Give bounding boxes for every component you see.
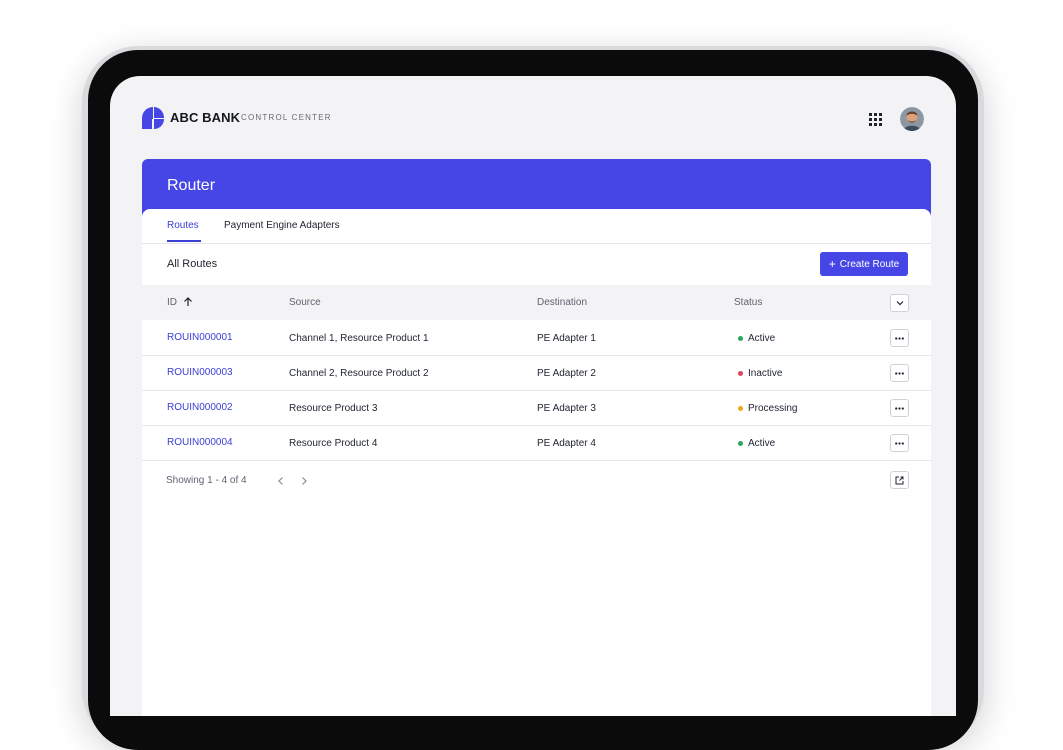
abc-bank-logo-icon	[142, 107, 164, 129]
status-dot-processing	[738, 406, 743, 411]
active-tab-indicator	[167, 240, 201, 242]
column-header-source[interactable]: Source	[289, 297, 321, 308]
route-status: Inactive	[748, 368, 783, 379]
table-header: ID Source Destination Status	[142, 285, 931, 320]
route-destination: PE Adapter 2	[537, 368, 596, 379]
chevron-down-icon	[896, 301, 903, 306]
table-row[interactable]: ROUIN000002 Resource Product 3 PE Adapte…	[142, 390, 931, 426]
row-actions-button[interactable]	[890, 434, 909, 452]
chevron-left-icon[interactable]	[276, 476, 286, 486]
tab-payment-engine-adapters[interactable]: Payment Engine Adapters	[224, 220, 340, 231]
column-header-id[interactable]: ID	[167, 297, 177, 308]
route-id-link[interactable]: ROUIN000001	[167, 332, 233, 343]
route-id-link[interactable]: ROUIN000002	[167, 402, 233, 413]
column-header-destination[interactable]: Destination	[537, 297, 587, 308]
route-source: Resource Product 4	[289, 438, 378, 449]
status-dot-active	[738, 336, 743, 341]
table-row[interactable]: ROUIN000004 Resource Product 4 PE Adapte…	[142, 425, 931, 461]
arrow-up-icon[interactable]	[183, 297, 193, 307]
route-source: Channel 2, Resource Product 2	[289, 368, 429, 379]
more-horizontal-icon	[895, 371, 904, 375]
column-header-status[interactable]: Status	[734, 297, 762, 308]
tab-routes[interactable]: Routes	[167, 220, 199, 231]
row-actions-button[interactable]	[890, 329, 909, 347]
page-title: Router	[167, 177, 216, 194]
export-button[interactable]	[890, 471, 909, 489]
row-actions-button[interactable]	[890, 399, 909, 417]
route-id-link[interactable]: ROUIN000003	[167, 367, 233, 378]
apps-grid-icon[interactable]	[869, 113, 882, 126]
row-actions-button[interactable]	[890, 364, 909, 382]
user-avatar[interactable]	[900, 107, 924, 131]
more-horizontal-icon	[895, 336, 904, 340]
create-route-label: Create Route	[839, 258, 900, 270]
tab-bar: Routes Payment Engine Adapters	[142, 209, 931, 244]
route-source: Channel 1, Resource Product 1	[289, 333, 429, 344]
more-horizontal-icon	[895, 406, 904, 410]
route-status: Active	[748, 333, 776, 344]
column-options-button[interactable]	[890, 294, 909, 312]
app-screen: ABC BANK CONTROL CENTER Router Routes Pa…	[110, 76, 956, 716]
route-destination: PE Adapter 3	[537, 403, 596, 414]
route-destination: PE Adapter 4	[537, 438, 596, 449]
brand-name: ABC BANK	[170, 110, 241, 125]
chevron-right-icon[interactable]	[299, 476, 309, 486]
section-title: All Routes	[167, 258, 218, 270]
route-status: Active	[748, 438, 776, 449]
create-route-button[interactable]: + Create Route	[820, 252, 908, 276]
table-row[interactable]: ROUIN000001 Channel 1, Resource Product …	[142, 320, 931, 356]
brand-subtitle: CONTROL CENTER	[241, 113, 332, 122]
plus-icon: +	[828, 257, 836, 271]
table-row[interactable]: ROUIN000003 Channel 2, Resource Product …	[142, 355, 931, 391]
route-status: Processing	[748, 403, 798, 414]
status-dot-inactive	[738, 371, 743, 376]
route-id-link[interactable]: ROUIN000004	[167, 437, 233, 448]
route-destination: PE Adapter 1	[537, 333, 596, 344]
export-icon	[895, 476, 904, 484]
more-horizontal-icon	[895, 441, 904, 445]
route-source: Resource Product 3	[289, 403, 378, 414]
routes-panel: Routes Payment Engine Adapters All Route…	[142, 209, 931, 716]
status-dot-active	[738, 441, 743, 446]
pagination-summary: Showing 1 - 4 of 4	[166, 475, 247, 486]
